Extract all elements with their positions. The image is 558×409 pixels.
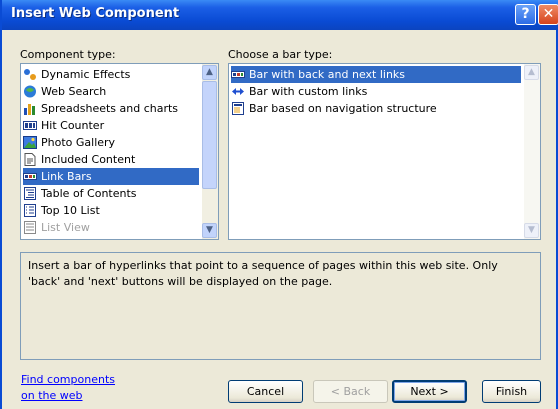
list-view-icon bbox=[24, 220, 36, 234]
next-button[interactable]: Next > bbox=[392, 380, 467, 403]
find-components-link-line2[interactable]: on the web bbox=[21, 389, 83, 402]
navigation-structure-icon bbox=[232, 101, 244, 115]
list-item-label: Bar based on navigation structure bbox=[249, 102, 437, 115]
list-item-label: Link Bars bbox=[41, 170, 92, 183]
component-type-label: Component type: bbox=[20, 48, 116, 61]
photo-gallery-icon bbox=[23, 135, 37, 149]
list-item-label: Hit Counter bbox=[41, 119, 105, 132]
list-item-label: Spreadsheets and charts bbox=[41, 102, 179, 115]
custom-links-icon bbox=[232, 87, 244, 95]
list-item-navigation-structure-bar[interactable]: Bar based on navigation structure bbox=[231, 100, 437, 117]
list-item-label: Bar with back and next links bbox=[249, 68, 406, 81]
list-item-label: Included Content bbox=[41, 153, 136, 166]
list-item-web-search[interactable]: Web Search bbox=[23, 83, 106, 100]
list-item-dynamic-effects[interactable]: Dynamic Effects bbox=[23, 66, 130, 83]
help-button[interactable]: ? bbox=[515, 4, 536, 25]
list-item-link-bars[interactable]: Link Bars bbox=[23, 168, 199, 185]
scroll-down-button[interactable]: ▼ bbox=[202, 223, 217, 238]
list-item-label: Table of Contents bbox=[41, 187, 137, 200]
list-item-label: Bar with custom links bbox=[249, 85, 368, 98]
list-item-label: Top 10 List bbox=[41, 204, 100, 217]
list-item-label: Web Search bbox=[41, 85, 107, 98]
description-text: Insert a bar of hyperlinks that point to… bbox=[28, 259, 498, 288]
description-panel: Insert a bar of hyperlinks that point to… bbox=[20, 252, 541, 360]
finish-button[interactable]: Finish bbox=[482, 380, 541, 403]
cancel-button[interactable]: Cancel bbox=[228, 380, 303, 403]
list-item-label: Photo Gallery bbox=[41, 136, 116, 149]
list-item-label: Dynamic Effects bbox=[41, 68, 131, 81]
list-item-list-view[interactable]: List View bbox=[23, 219, 90, 236]
list-item-table-of-contents[interactable]: Table of Contents bbox=[23, 185, 137, 202]
list-item-custom-links-bar[interactable]: Bar with custom links bbox=[231, 83, 367, 100]
list-item-included-content[interactable]: Included Content bbox=[23, 151, 135, 168]
scroll-up-button[interactable]: ▲ bbox=[202, 65, 217, 80]
window-title: Insert Web Component bbox=[11, 6, 180, 21]
bar-type-label: Choose a bar type: bbox=[228, 48, 333, 61]
spreadsheet-chart-icon bbox=[24, 103, 35, 115]
component-type-list[interactable]: Dynamic Effects Web Search Spreadsheets … bbox=[20, 63, 219, 240]
bar-type-list[interactable]: Bar with back and next links Bar with cu… bbox=[228, 63, 541, 240]
scroll-thumb[interactable] bbox=[202, 81, 217, 189]
list-item-top-10-list[interactable]: Top 10 List bbox=[23, 202, 100, 219]
dynamic-effects-icon bbox=[24, 68, 36, 80]
component-list-scrollbar[interactable]: ▲ ▼ bbox=[202, 64, 218, 239]
back-next-bar-icon bbox=[231, 70, 245, 78]
scroll-down-button[interactable]: ▼ bbox=[524, 223, 539, 238]
close-button[interactable]: ✕ bbox=[538, 4, 558, 25]
bar-type-scrollbar[interactable]: ▲ ▼ bbox=[524, 64, 540, 239]
find-components-link-line1[interactable]: Find components bbox=[21, 373, 115, 386]
web-search-icon bbox=[24, 85, 36, 97]
back-button[interactable]: < Back bbox=[313, 380, 388, 403]
list-item-hit-counter[interactable]: Hit Counter bbox=[23, 117, 104, 134]
help-icon: ? bbox=[521, 6, 530, 22]
list-item-photo-gallery[interactable]: Photo Gallery bbox=[23, 134, 115, 151]
close-icon: ✕ bbox=[542, 6, 555, 22]
included-content-icon bbox=[24, 152, 36, 166]
list-item-back-next-bar[interactable]: Bar with back and next links bbox=[231, 66, 521, 83]
list-item-spreadsheets-and-charts[interactable]: Spreadsheets and charts bbox=[23, 100, 178, 117]
table-of-contents-icon bbox=[24, 186, 36, 200]
insert-web-component-dialog: Insert Web Component ? ✕ Component type:… bbox=[0, 0, 558, 409]
link-bars-icon bbox=[23, 172, 37, 180]
list-item-label: List View bbox=[41, 221, 90, 234]
scroll-up-button[interactable]: ▲ bbox=[524, 65, 539, 80]
hit-counter-icon bbox=[23, 120, 37, 130]
title-bar[interactable]: Insert Web Component ? ✕ bbox=[2, 0, 558, 30]
top10-list-icon bbox=[24, 203, 36, 217]
